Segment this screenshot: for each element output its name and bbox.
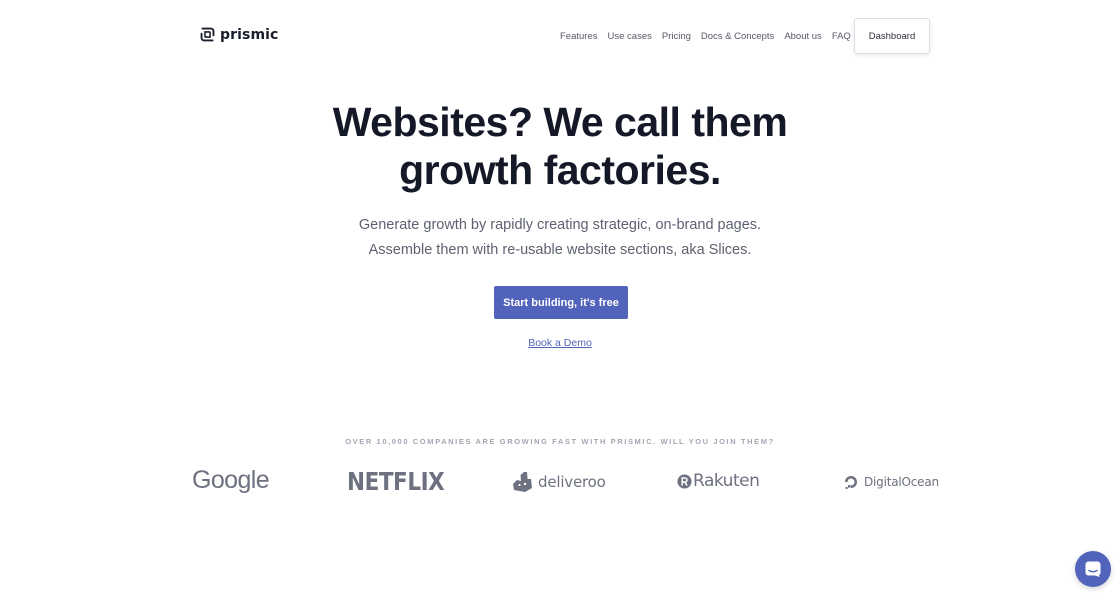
site-header: prismic Features Use cases Pricing Docs … [0, 0, 1120, 72]
hero-title-line-2: growth factories. [399, 147, 721, 193]
chat-launcher-button[interactable] [1075, 551, 1111, 587]
netflix-logo: NETFLIX [347, 467, 445, 496]
nav-features[interactable]: Features [555, 31, 603, 42]
rakuten-logo-text: Rakuten [693, 471, 760, 491]
rakuten-logo: Rakuten [677, 471, 760, 491]
logo-text: prismic [220, 26, 279, 43]
nav-docs-concepts[interactable]: Docs & Concepts [696, 31, 779, 42]
prismic-logo-link[interactable]: prismic [199, 26, 278, 43]
kangaroo-icon [513, 472, 532, 492]
deliveroo-logo-text: deliveroo [538, 473, 606, 491]
nav-faq[interactable]: FAQ [827, 31, 856, 42]
demo-link-wrapper: Book a Demo [0, 333, 1120, 351]
hero-subtitle-line-2: Assemble them with re-usable website sec… [368, 242, 752, 258]
chat-bubble-icon [1085, 561, 1101, 577]
nav-pricing[interactable]: Pricing [657, 31, 696, 42]
hero-title: Websites? We call them growth factories. [0, 98, 1120, 194]
deliveroo-logo: deliveroo [512, 471, 606, 493]
digitalocean-drop-icon [845, 476, 857, 489]
google-logo: Google [192, 466, 270, 495]
page: prismic Features Use cases Pricing Docs … [0, 0, 1120, 599]
nav-about-us[interactable]: About us [779, 31, 827, 42]
rakuten-r-icon [677, 474, 692, 488]
google-logo-text: Google [192, 466, 270, 494]
customers-caption: OVER 10,000 COMPANIES ARE GROWING FAST W… [345, 437, 775, 446]
dashboard-button[interactable]: Dashboard [854, 18, 930, 54]
book-demo-link[interactable]: Book a Demo [528, 337, 592, 349]
prismic-logo-icon [200, 27, 215, 42]
hero-subtitle: Generate growth by rapidly creating stra… [0, 213, 1120, 263]
start-building-button[interactable]: Start building, it's free [494, 286, 628, 319]
netflix-logo-text: NETFLIX [347, 467, 445, 496]
hero-subtitle-line-1: Generate growth by rapidly creating stra… [358, 217, 762, 233]
nav-use-cases[interactable]: Use cases [603, 31, 657, 42]
main-nav: Features Use cases Pricing Docs & Concep… [555, 31, 856, 42]
digitalocean-logo: DigitalOcean [843, 474, 939, 490]
digitalocean-logo-text: DigitalOcean [864, 475, 939, 489]
hero-title-line-1: Websites? We call them [332, 99, 788, 145]
